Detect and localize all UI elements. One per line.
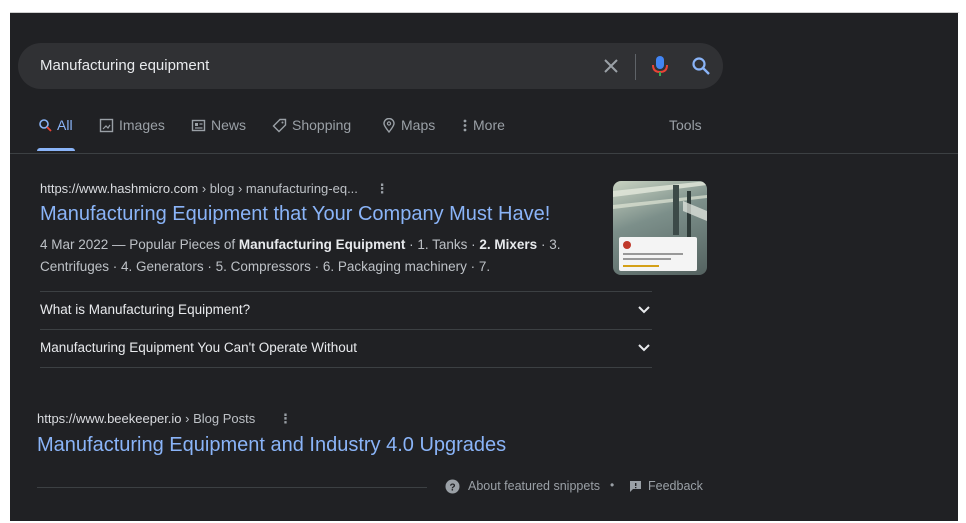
search-tabs: All Images News Shopping Maps More Tools	[10, 117, 958, 154]
about-featured-snippets-link[interactable]: About featured snippets	[468, 479, 600, 493]
snippet-highlight: 2. Mixers	[479, 237, 538, 252]
feedback-icon	[630, 481, 641, 492]
tab-label: Maps	[401, 117, 436, 133]
more-vert-icon[interactable]: ⋮	[376, 181, 389, 197]
tab-images[interactable]: Images	[99, 117, 165, 151]
result-path: › blog › manufacturing-eq...	[198, 181, 358, 196]
result-snippet: 4 Mar 2022 — Popular Pieces of Manufactu…	[40, 234, 595, 278]
search-results-page: Manufacturing equipment All Images News …	[10, 12, 960, 521]
search-icon[interactable]	[691, 56, 711, 76]
result-url[interactable]: https://www.hashmicro.com › blog › manuf…	[40, 181, 710, 197]
search-bar-divider	[635, 54, 636, 80]
thumbnail-card	[619, 237, 697, 271]
thumbnail-line	[623, 258, 671, 260]
snippet-text: · 1. Tanks ·	[405, 237, 480, 252]
tag-icon	[272, 118, 287, 133]
tab-shopping[interactable]: Shopping	[272, 117, 351, 151]
snippet-text: — Popular Pieces of	[108, 237, 239, 252]
result-expandable-list: What is Manufacturing Equipment? Manufac…	[40, 291, 652, 368]
thumbnail-line	[623, 253, 683, 255]
image-icon	[99, 118, 114, 133]
featured-snippet-footer: ? About featured snippets • Feedback	[37, 478, 705, 499]
result-date: 4 Mar 2022	[40, 237, 109, 252]
search-icon	[39, 119, 52, 132]
result-path: › Blog Posts	[181, 411, 256, 426]
expandable-item[interactable]: Manufacturing Equipment You Can't Operat…	[40, 329, 652, 368]
close-icon[interactable]	[601, 56, 621, 76]
tab-label: Shopping	[292, 117, 352, 133]
result-url[interactable]: https://www.beekeeper.io › Blog Posts ⋮	[37, 411, 707, 427]
search-box[interactable]: Manufacturing equipment	[18, 43, 723, 89]
tab-maps[interactable]: Maps	[382, 117, 435, 151]
snippet-highlight: Manufacturing Equipment	[238, 237, 406, 252]
svg-text:?: ?	[449, 483, 455, 494]
tab-label: News	[211, 117, 247, 133]
expandable-item[interactable]: What is Manufacturing Equipment?	[40, 291, 652, 329]
more-vert-icon	[463, 119, 467, 132]
expandable-item-label: Manufacturing Equipment You Can't Operat…	[40, 340, 358, 355]
feedback-link[interactable]: Feedback	[648, 479, 703, 493]
tab-label: All	[57, 117, 73, 133]
active-tab-indicator	[37, 148, 75, 151]
tab-more[interactable]: More	[462, 117, 505, 151]
tab-label: Images	[119, 117, 165, 133]
more-vert-icon[interactable]: ⋮	[279, 411, 292, 427]
result-title-link[interactable]: Manufacturing Equipment that Your Compan…	[40, 203, 710, 226]
result-domain: https://www.hashmicro.com	[40, 181, 199, 196]
result-thumbnail[interactable]	[613, 181, 707, 275]
divider	[37, 487, 427, 488]
search-result: https://www.beekeeper.io › Blog Posts ⋮ …	[37, 411, 707, 457]
tab-label: More	[473, 117, 505, 133]
news-icon	[191, 119, 206, 132]
search-result: https://www.hashmicro.com › blog › manuf…	[40, 181, 710, 278]
map-pin-icon	[383, 118, 395, 133]
result-domain: https://www.beekeeper.io	[37, 411, 182, 426]
expandable-item-label: What is Manufacturing Equipment?	[40, 302, 251, 317]
footer-separator: •	[610, 478, 615, 492]
thumbnail-logo	[623, 241, 631, 249]
tab-news[interactable]: News	[191, 117, 246, 151]
thumbnail-line	[623, 265, 659, 267]
chevron-down-icon	[638, 344, 650, 352]
result-title-link[interactable]: Manufacturing Equipment and Industry 4.0…	[37, 434, 707, 457]
help-icon: ?	[445, 479, 460, 494]
tools-button[interactable]: Tools	[669, 117, 702, 133]
search-input[interactable]: Manufacturing equipment	[40, 57, 209, 74]
chevron-down-icon	[638, 306, 650, 314]
microphone-icon[interactable]	[651, 55, 669, 77]
tab-all[interactable]: All	[38, 117, 73, 151]
